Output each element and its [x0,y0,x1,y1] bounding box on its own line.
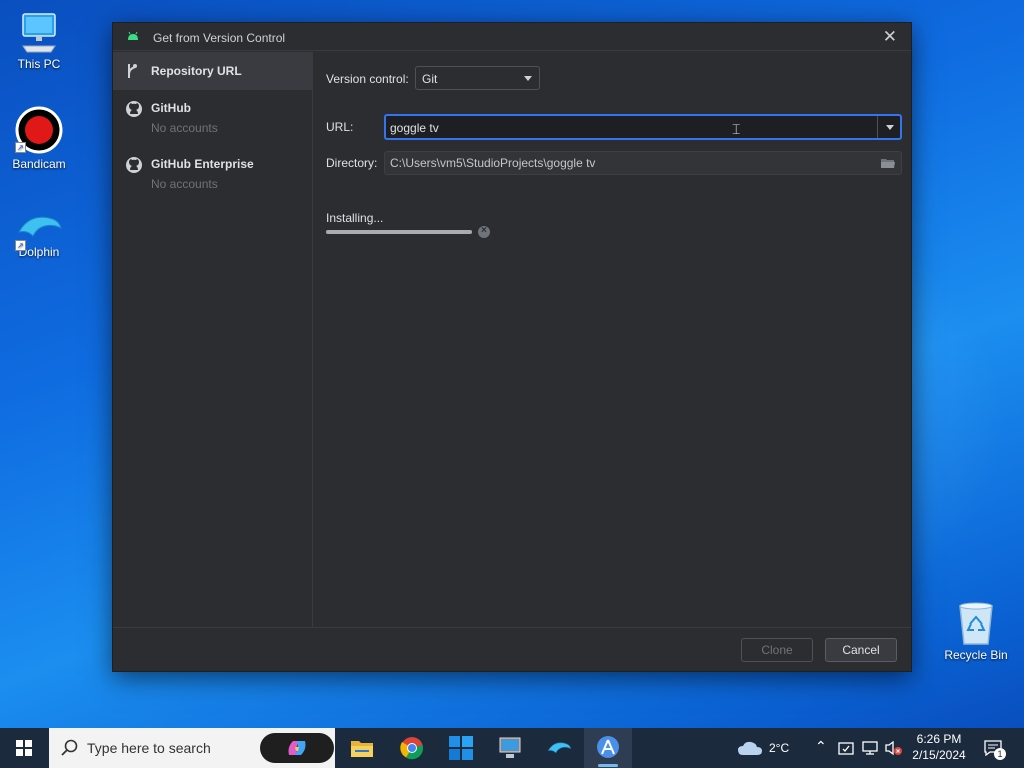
version-control-value: Git [422,72,438,86]
security-icon[interactable] [838,740,854,756]
dialog-sidebar: Repository URL GitHub No accounts GitHub… [113,52,313,627]
start-button[interactable] [0,728,48,768]
recycle-bin-icon [959,602,993,645]
notification-center-button[interactable]: 1 [980,728,1012,768]
weather-cloud-icon[interactable] [737,740,763,756]
desktop-icon-recycle-bin[interactable]: Recycle Bin [940,600,1012,662]
weather-temperature[interactable]: 2°C [769,741,789,755]
windows-icon [16,740,32,756]
text-cursor-icon: ⌶ [732,122,741,138]
dialog-footer: Clone Cancel [113,627,911,671]
chevron-down-icon [524,76,532,81]
sidebar-item-subtitle: No accounts [151,121,218,135]
progress-fill [326,230,472,234]
divider [877,116,878,138]
dolphin-icon [18,216,62,237]
sidebar-item-label: GitHub [151,101,191,115]
active-indicator [598,764,618,767]
dialog-titlebar: Get from Version Control ✕ [113,23,911,51]
chevron-up-icon[interactable]: ⌃ [815,738,827,755]
android-studio-icon [597,736,619,758]
network-icon[interactable] [862,740,878,756]
search-placeholder: Type here to search [87,740,211,756]
shortcut-arrow-icon: ↗ [15,142,26,153]
taskbar-windows-app[interactable] [437,728,485,768]
computer-icon [499,737,521,758]
vcs-branch-icon [128,64,137,78]
android-studio-icon [128,31,138,40]
desktop-icon-label: Recycle Bin [944,648,1008,662]
folder-icon[interactable] [880,157,896,169]
folder-icon [351,741,373,757]
desktop-icon-label: Bandicam [12,157,66,171]
get-from-vcs-dialog: Get from Version Control ✕ Repository UR… [112,22,912,672]
chevron-down-icon[interactable] [886,125,894,130]
dialog-title: Get from Version Control [153,31,286,45]
dolphin-icon [547,742,572,754]
taskbar: Type here to search 2°C ⌃ 6:26 PM 2/15/2… [0,728,1024,768]
taskbar-remote-desktop[interactable] [486,728,534,768]
windows-tiles-icon [449,736,473,760]
sidebar-item-label: GitHub Enterprise [151,157,254,171]
taskbar-chrome[interactable] [388,728,436,768]
sidebar-item-github-enterprise[interactable]: GitHub Enterprise No accounts [113,154,312,204]
copilot-icon [288,741,306,755]
cancel-progress-button[interactable]: × [478,225,490,238]
taskbar-file-explorer[interactable] [338,728,386,768]
computer-icon [22,13,56,53]
clone-button[interactable]: Clone [741,638,813,662]
chrome-icon [400,737,424,760]
github-icon [126,101,142,117]
progress-bar [326,230,472,234]
cancel-button[interactable]: Cancel [825,638,897,662]
desktop-icon-dolphin[interactable]: ↗ Dolphin [1,212,77,259]
desktop-icon-bandicam[interactable]: ↗ Bandicam [1,106,77,171]
github-icon [126,157,142,173]
version-control-label: Version control: [326,72,409,86]
close-icon[interactable]: ✕ [883,27,897,47]
dialog-main: Version control: Git URL: ⌶ Directory: I… [314,52,911,627]
desktop-icon-this-pc[interactable]: This PC [1,10,77,71]
desktop-icon-label: This PC [17,57,61,71]
shortcut-arrow-icon: ↗ [15,240,26,251]
clock-date: 2/15/2024 [912,748,966,762]
url-input[interactable] [390,119,878,136]
sidebar-item-github[interactable]: GitHub No accounts [113,98,312,148]
close-icon: × [481,225,487,236]
sidebar-item-subtitle: No accounts [151,177,218,191]
search-icon [61,739,78,756]
directory-field[interactable] [384,151,902,175]
directory-input[interactable] [390,155,870,171]
url-label: URL: [326,120,354,134]
copilot-button[interactable] [260,733,334,763]
volume-muted-icon[interactable] [884,740,902,756]
url-combobox[interactable]: ⌶ [384,114,902,140]
version-control-dropdown[interactable]: Git [415,66,540,90]
taskbar-android-studio[interactable] [584,728,632,768]
status-text: Installing... [326,211,384,225]
taskbar-dolphin[interactable] [535,728,583,768]
sidebar-item-repository-url[interactable]: Repository URL [113,52,312,90]
clock-time: 6:26 PM [916,732,962,746]
directory-label: Directory: [326,156,378,170]
notification-count-badge: 1 [994,748,1006,760]
sidebar-item-label: Repository URL [151,64,242,78]
taskbar-clock[interactable]: 6:26 PM 2/15/2024 [905,731,973,763]
